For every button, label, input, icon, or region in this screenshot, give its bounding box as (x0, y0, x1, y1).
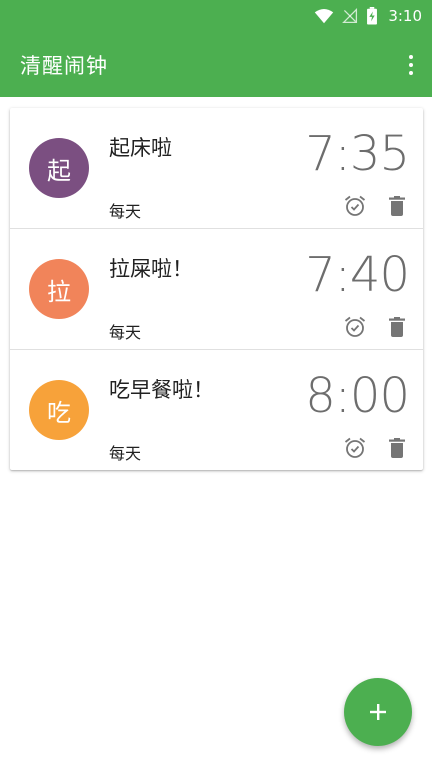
app-bar: 清醒闹钟 (0, 32, 432, 97)
alarm-avatar: 拉 (29, 259, 89, 319)
alarm-time[interactable]: 7:40 (305, 247, 410, 303)
alarm-avatar: 起 (29, 138, 89, 198)
no-signal-icon (342, 8, 358, 24)
alarm-list: 起 起床啦 7:35 每天 拉 拉屎啦！ 7:40 每天 吃 吃早餐啦！ 8:0… (10, 108, 423, 470)
alarm-repeat: 每天 (109, 323, 142, 342)
alarm-label: 拉屎啦！ (109, 257, 193, 281)
alarm-label: 起床啦 (109, 136, 172, 160)
alarm-actions (343, 315, 409, 339)
delete-icon[interactable] (385, 436, 409, 460)
alarm-repeat: 每天 (109, 202, 142, 221)
alarm-check-icon[interactable] (343, 315, 367, 339)
alarm-actions (343, 194, 409, 218)
battery-charging-icon (367, 7, 378, 25)
alarm-avatar: 吃 (29, 380, 89, 440)
alarm-row[interactable]: 起 起床啦 7:35 每天 (10, 108, 423, 229)
alarm-check-icon[interactable] (343, 194, 367, 218)
app-title: 清醒闹钟 (20, 53, 108, 78)
more-vert-icon[interactable] (404, 50, 418, 80)
alarm-repeat: 每天 (109, 444, 142, 463)
alarm-actions (343, 436, 409, 460)
alarm-time[interactable]: 7:35 (305, 126, 410, 182)
status-time: 3:10 (388, 7, 422, 25)
add-alarm-button[interactable] (344, 678, 412, 746)
alarm-row[interactable]: 吃 吃早餐啦！ 8:00 每天 (10, 350, 423, 470)
alarm-label: 吃早餐啦！ (109, 378, 214, 402)
status-bar: 3:10 (0, 0, 432, 32)
alarm-time[interactable]: 8:00 (305, 368, 410, 424)
alarm-row[interactable]: 拉 拉屎啦！ 7:40 每天 (10, 229, 423, 350)
delete-icon[interactable] (385, 194, 409, 218)
delete-icon[interactable] (385, 315, 409, 339)
alarm-check-icon[interactable] (343, 436, 367, 460)
wifi-icon (315, 9, 334, 24)
add-icon (370, 704, 386, 720)
